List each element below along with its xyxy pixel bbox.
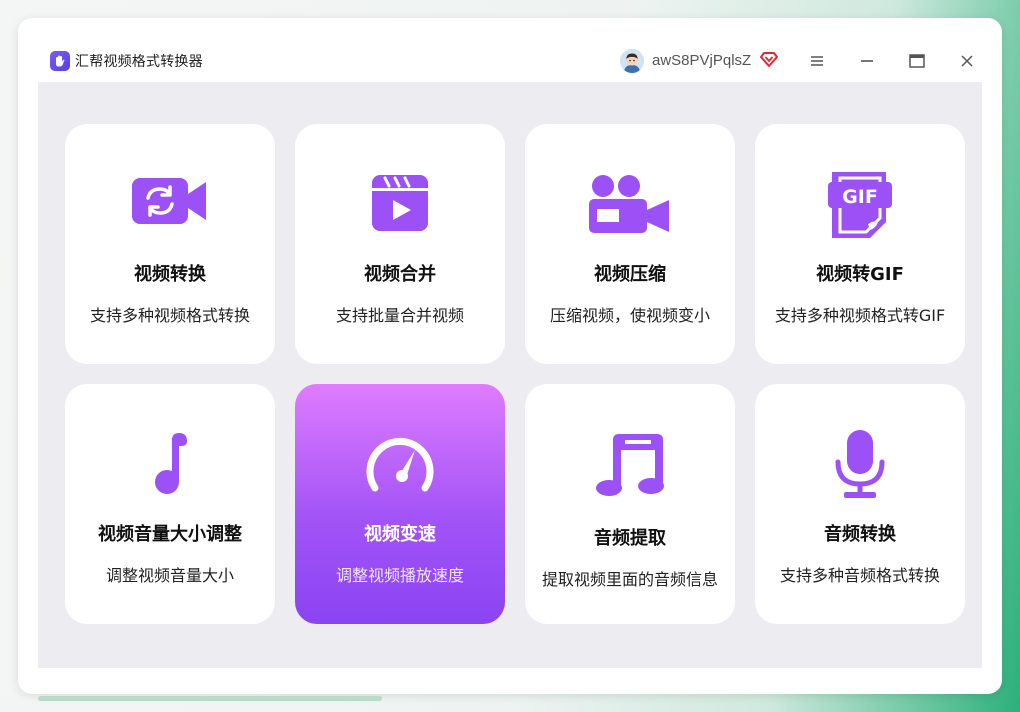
app-title: 汇帮视频格式转换器 [75,54,203,70]
title-bar: 汇帮视频格式转换器 awS8PVjPqlsZ [38,38,982,82]
card-title: 视频转GIF [816,264,904,285]
avatar[interactable] [620,49,644,73]
username[interactable]: awS8PVjPqlsZ [652,52,751,69]
card-title: 视频压缩 [594,264,666,285]
video-convert-icon [65,176,275,226]
app-window: 汇帮视频格式转换器 awS8PVjPqlsZ 视频转换 支持多种视频格式转换 视… [38,38,982,668]
horizontal-scrollbar[interactable] [38,696,382,701]
feature-grid: 视频转换 支持多种视频格式转换 视频合并 支持批量合并视频 视频压缩 压缩视频，… [38,82,982,668]
svg-text:GIF: GIF [842,186,878,208]
card-title: 视频音量大小调整 [98,524,242,545]
gif-document-icon: GIF [755,170,965,240]
card-video-to-gif[interactable]: GIF 视频转GIF 支持多种视频格式转GIF [755,124,965,364]
card-desc: 压缩视频，使视频变小 [549,306,710,325]
card-desc: 支持批量合并视频 [335,306,464,325]
card-audio-convert[interactable]: 音频转换 支持多种音频格式转换 [755,384,965,624]
hand-logo-icon [50,51,70,71]
card-video-volume[interactable]: 视频音量大小调整 调整视频音量大小 [65,384,275,624]
microphone-icon [755,428,965,500]
card-title: 视频变速 [364,524,436,545]
double-music-note-icon [525,432,735,498]
card-video-convert[interactable]: 视频转换 支持多种视频格式转换 [65,124,275,364]
card-desc: 支持多种视频格式转换 [89,306,250,325]
card-audio-extract[interactable]: 音频提取 提取视频里面的音频信息 [525,384,735,624]
music-note-icon [65,432,275,496]
card-desc: 支持多种音频格式转换 [779,566,940,585]
speedometer-icon [295,434,505,494]
card-desc: 调整视频音量大小 [105,566,234,585]
card-title: 音频转换 [824,524,896,545]
movie-camera-icon [525,174,735,234]
close-icon[interactable] [954,48,980,74]
maximize-icon[interactable] [904,48,930,74]
vip-diamond-icon[interactable] [760,50,778,68]
card-title: 视频转换 [134,264,206,285]
card-title: 音频提取 [594,528,666,549]
clapperboard-play-icon [295,174,505,232]
card-video-merge[interactable]: 视频合并 支持批量合并视频 [295,124,505,364]
card-desc: 支持多种视频格式转GIF [774,306,946,325]
card-video-speed[interactable]: 视频变速 调整视频播放速度 [295,384,505,624]
card-title: 视频合并 [364,264,436,285]
minimize-icon[interactable] [854,48,880,74]
card-video-compress[interactable]: 视频压缩 压缩视频，使视频变小 [525,124,735,364]
hamburger-menu-icon[interactable] [804,48,830,74]
card-desc: 调整视频播放速度 [335,566,464,585]
card-desc: 提取视频里面的音频信息 [541,570,718,589]
